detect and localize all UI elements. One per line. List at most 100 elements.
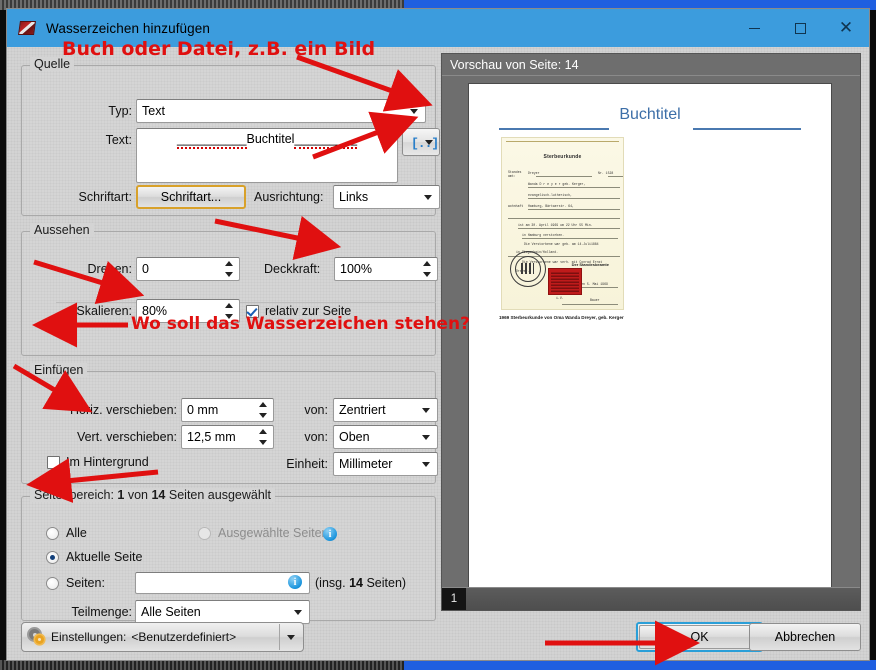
horiz-offset-spinner[interactable]: 0 mm [181,398,274,422]
radio-all[interactable] [46,527,59,540]
opacity-spinner[interactable]: 100% [334,257,438,281]
radio-current-page-label: Aktuelle Seite [66,550,143,564]
app-watermark-pen-icon [18,20,36,37]
pages-total-count: 14 [349,576,363,590]
pages-info-icon[interactable]: i [288,575,302,589]
horiz-from-value: Zentriert [339,403,386,417]
background-label: Im Hintergrund [66,455,149,469]
opacity-label: Deckkraft: [264,262,321,276]
close-button[interactable]: ✕ [823,9,869,47]
chevron-down-icon [287,634,295,640]
text-prefix: __________ [176,132,247,149]
close-icon: ✕ [838,17,854,38]
certificate-caption: 1969 Sterbeurkunde von Oma Wanda Dreyer,… [499,315,624,320]
settings-combobox[interactable]: Einstellungen: <Benutzerdefiniert> [21,622,304,652]
preview-panel: Vorschau von Seite: 14 Buchtitel Sterbeu… [441,53,861,611]
preview-page[interactable]: Buchtitel Sterbeurkunde Standes amt: Drey… [469,84,831,589]
radio-selected-pages[interactable] [198,527,211,540]
dialog-footer: Einstellungen: <Benutzerdefiniert> OK Ab… [7,617,869,660]
type-value: Text [142,104,165,118]
vert-offset-value: 12,5 mm [187,430,236,444]
settings-label: Einstellungen: [51,630,127,644]
vert-offset-spinner[interactable]: 12,5 mm [181,425,274,449]
unit-label: Einheit: [286,457,328,471]
pages-total-suffix: Seiten) [366,576,407,590]
background-checkbox[interactable] [47,456,60,469]
info-icon[interactable]: i [323,527,337,541]
radio-pages-label: Seiten: [66,576,105,590]
preview-body[interactable]: Buchtitel Sterbeurkunde Standes amt: Drey… [442,76,860,610]
source-group: Quelle Typ: Text Text: __________Buchtit… [21,57,440,216]
maximize-icon [794,22,806,34]
horiz-from-combobox[interactable]: Zentriert [333,398,438,422]
text-word: Buchtitel [246,132,295,146]
spinner-arrows-icon[interactable] [422,261,431,277]
gear-icon [29,629,45,645]
spinner-arrows-icon[interactable] [224,261,233,277]
cancel-button[interactable]: Abbrechen [749,623,861,651]
scale-label: Skalieren: [76,304,132,318]
maximize-button[interactable] [777,9,823,47]
font-button-label: Schriftart... [160,190,222,204]
dialog-client-area: Quelle Typ: Text Text: __________Buchtit… [7,47,869,660]
page-range-legend-suffix: Seiten ausgewählt [168,488,272,502]
radio-current-page[interactable] [46,551,59,564]
insert-field-button[interactable]: [..] [402,128,440,156]
settings-dropdown-button[interactable] [279,624,302,650]
minimize-icon [748,27,760,29]
vert-from-label: von: [304,430,328,444]
cancel-button-label: Abbrechen [774,630,836,644]
page-range-group: Seitenbereich: 1 von 14 Seiten ausgewähl… [21,488,436,624]
vert-from-value: Oben [339,430,370,444]
pages-input[interactable] [135,572,310,594]
chevron-down-icon [294,610,302,615]
spinner-arrows-icon[interactable] [258,402,267,418]
page-range-group-label: Seitenbereich: 1 von 14 Seiten ausgewähl… [30,488,276,502]
settings-value: <Benutzerdefiniert> [131,630,237,644]
title-rule-left [499,128,609,130]
page-number-badge[interactable]: 1 [442,588,466,610]
text-suffix: _________ [294,132,358,149]
rotate-value: 0 [142,262,149,276]
align-label: Ausrichtung: [254,190,324,204]
window-controls: ✕ [731,9,869,47]
type-combobox[interactable]: Text [136,99,426,123]
ok-button[interactable]: OK [636,622,763,652]
horiz-from-label: von: [304,403,328,417]
rotate-label: Drehen: [87,262,132,276]
annotation-note-top: Buch oder Datei, z.B. ein Bild [62,38,376,60]
radio-pages[interactable] [46,577,59,590]
page-range-legend-count: 1 [117,488,125,502]
watermark-text-input[interactable]: __________Buchtitel_________ [136,128,398,183]
chevron-down-icon [410,109,418,114]
text-label: Text: [105,133,132,147]
pages-total-prefix: (insg. [315,576,346,590]
radio-all-label: Alle [66,526,87,540]
vert-from-combobox[interactable]: Oben [333,425,438,449]
font-label: Schriftart: [78,190,133,204]
annotation-note-insert: Wo soll das Wasserzeichen stehen? [131,314,470,334]
font-button[interactable]: Schriftart... [136,185,246,209]
page-thumbnail-strip[interactable]: 1 [442,587,860,610]
rotate-spinner[interactable]: 0 [136,257,240,281]
chevron-down-icon [425,140,433,145]
horiz-offset-label: Horiz. verschieben: [70,403,177,417]
page-range-legend-total: 14 [151,488,166,502]
watermark-dialog-window: Wasserzeichen hinzufügen ✕ Quelle Typ: T… [6,8,870,661]
spinner-arrows-icon[interactable] [258,429,267,445]
certificate-title: Sterbeurkunde [543,154,582,160]
preview-page-title: Buchtitel [619,106,681,123]
opacity-value: 100% [340,262,372,276]
certificate-image: Sterbeurkunde Standes amt: Dreyer Nr. 152… [501,137,624,310]
preview-header: Vorschau von Seite: 14 [442,54,860,76]
appearance-group: Aussehen Drehen: 0 Deckkraft: 100% Skali… [21,223,438,356]
minimize-button[interactable] [731,9,777,47]
unit-combobox[interactable]: Millimeter [333,452,438,476]
align-combobox[interactable]: Links [333,185,440,209]
pages-total-note: (insg. 14 Seiten) [315,576,406,590]
radio-selected-pages-label: Ausgewählte Seiten [218,526,329,540]
certificate-signature: Der Standesbeamte [571,262,609,267]
red-revenue-stamp-icon [548,268,582,295]
insert-group-label: Einfügen [30,363,88,377]
page-range-legend-prefix: Seitenbereich: [34,488,114,502]
